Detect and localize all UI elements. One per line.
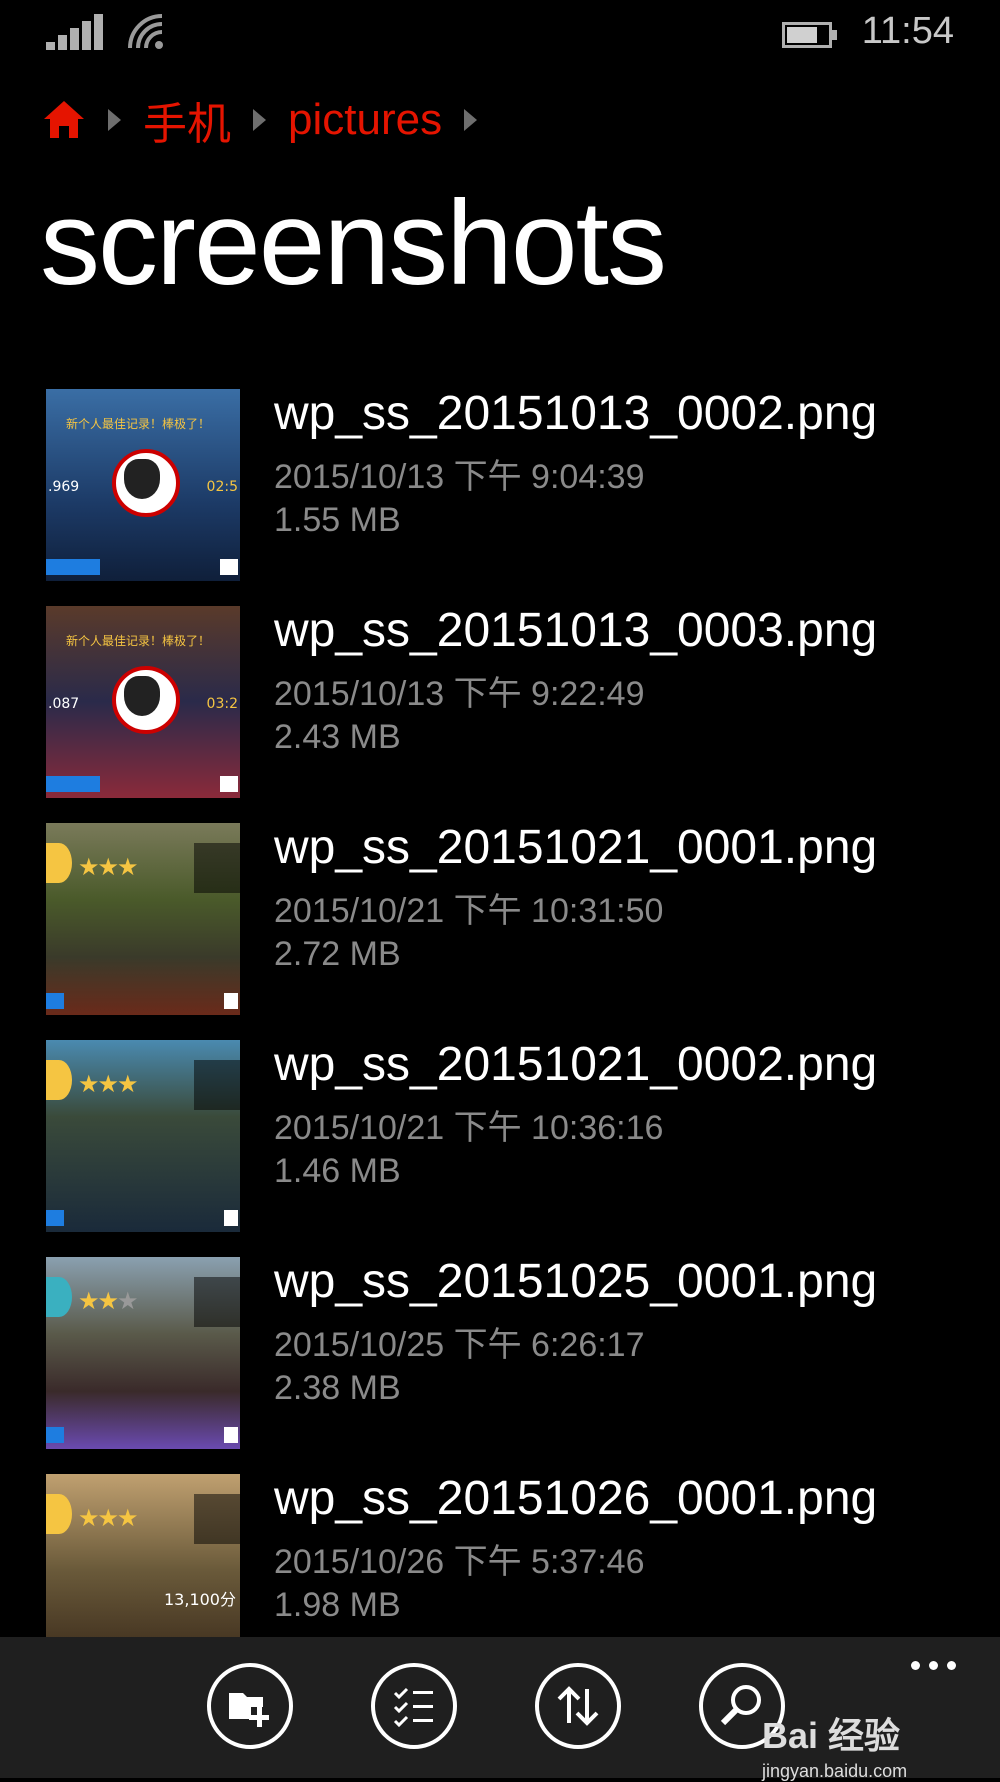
- chevron-right-icon: [108, 109, 121, 131]
- list-item[interactable]: ★★★ wp_ss_20151021_0002.png 2015/10/21 下…: [46, 1040, 966, 1257]
- file-date: 2015/10/26 下午 5:37:46: [274, 1543, 645, 1581]
- file-date: 2015/10/13 下午 9:22:49: [274, 675, 645, 713]
- sort-button[interactable]: [535, 1663, 621, 1749]
- file-size: 1.98 MB: [274, 1586, 401, 1624]
- file-name: wp_ss_20151021_0001.png: [274, 821, 878, 874]
- file-date: 2015/10/21 下午 10:36:16: [274, 1109, 664, 1147]
- list-item[interactable]: 新个人最佳记录！棒极了！ .087 03:2 wp_ss_20151013_00…: [46, 606, 966, 823]
- file-name: wp_ss_20151013_0003.png: [274, 604, 878, 657]
- file-size: 2.38 MB: [274, 1369, 401, 1407]
- select-button[interactable]: [371, 1663, 457, 1749]
- file-list: 新个人最佳记录！棒极了！ .969 02:5 wp_ss_20151013_00…: [46, 389, 966, 1691]
- new-folder-button[interactable]: [207, 1663, 293, 1749]
- file-date: 2015/10/25 下午 6:26:17: [274, 1326, 645, 1364]
- chevron-right-icon: [253, 109, 266, 131]
- breadcrumb-item-phone[interactable]: 手机: [143, 88, 231, 152]
- sort-icon: [557, 1686, 599, 1726]
- list-item[interactable]: 新个人最佳记录！棒极了！ .969 02:5 wp_ss_20151013_00…: [46, 389, 966, 606]
- battery-icon: [782, 22, 837, 48]
- status-bar: 11:54: [0, 0, 1000, 70]
- list-item[interactable]: ★★★ wp_ss_20151021_0001.png 2015/10/21 下…: [46, 823, 966, 1040]
- file-date: 2015/10/13 下午 9:04:39: [274, 458, 645, 496]
- file-size: 1.55 MB: [274, 501, 401, 539]
- thumbnail: ★★★: [46, 1040, 240, 1232]
- file-name: wp_ss_20151013_0002.png: [274, 387, 878, 440]
- thumbnail: 新个人最佳记录！棒极了！ .969 02:5: [46, 389, 240, 581]
- home-icon[interactable]: [42, 98, 86, 142]
- chevron-right-icon: [464, 109, 478, 131]
- list-item[interactable]: ★★★ wp_ss_20151025_0001.png 2015/10/25 下…: [46, 1257, 966, 1474]
- file-name: wp_ss_20151025_0001.png: [274, 1255, 878, 1308]
- select-icon: [393, 1687, 433, 1728]
- app-bar: Bai 经验 jingyan.baidu.com: [0, 1637, 1000, 1781]
- thumbnail: ★★★: [46, 1257, 240, 1449]
- clock: 11:54: [861, 10, 954, 52]
- file-date: 2015/10/21 下午 10:31:50: [274, 892, 664, 930]
- new-folder-icon: [229, 1693, 269, 1727]
- more-options-icon[interactable]: [911, 1661, 956, 1670]
- thumbnail: ★★★: [46, 823, 240, 1015]
- file-size: 2.72 MB: [274, 935, 401, 973]
- breadcrumb: 手机 pictures: [42, 90, 499, 150]
- search-icon: [720, 1685, 761, 1726]
- thumbnail: 新个人最佳记录！棒极了！ .087 03:2: [46, 606, 240, 798]
- signal-strength-icon: [46, 14, 106, 50]
- file-name: wp_ss_20151026_0001.png: [274, 1472, 878, 1525]
- file-name: wp_ss_20151021_0002.png: [274, 1038, 878, 1091]
- page-title: screenshots: [40, 176, 667, 310]
- breadcrumb-item-pictures[interactable]: pictures: [288, 95, 442, 145]
- file-size: 2.43 MB: [274, 718, 401, 756]
- file-size: 1.46 MB: [274, 1152, 401, 1190]
- wifi-icon: [128, 14, 163, 49]
- watermark: Bai 经验 jingyan.baidu.com: [762, 1715, 908, 1781]
